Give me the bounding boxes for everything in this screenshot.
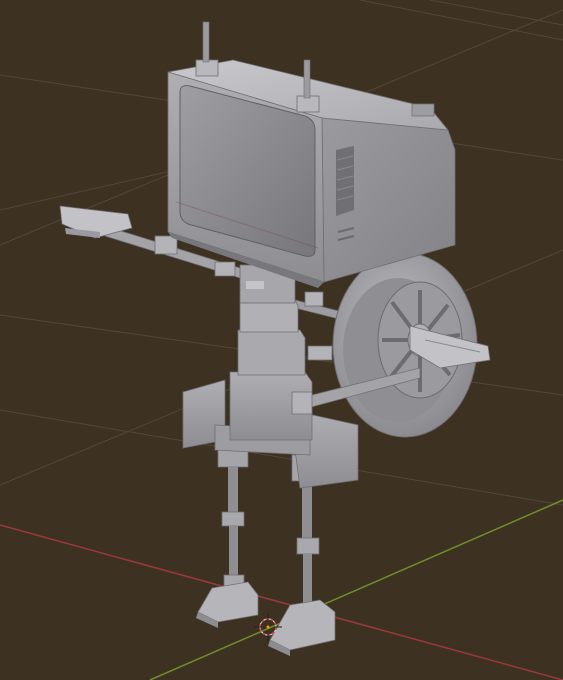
- right-foot[interactable]: [268, 599, 336, 656]
- viewport-canvas[interactable]: [0, 0, 563, 680]
- back-knob: [411, 103, 435, 117]
- crt-monitor-head[interactable]: [167, 59, 456, 288]
- robot-model[interactable]: [59, 21, 491, 656]
- left-foot[interactable]: [196, 581, 259, 628]
- grid-line: [429, 0, 563, 26]
- torso[interactable]: [229, 299, 313, 441]
- x-axis-line: [0, 524, 563, 680]
- 3d-viewport[interactable]: [0, 0, 563, 680]
- left-leg[interactable]: [217, 444, 249, 590]
- antenna-left[interactable]: [195, 21, 219, 77]
